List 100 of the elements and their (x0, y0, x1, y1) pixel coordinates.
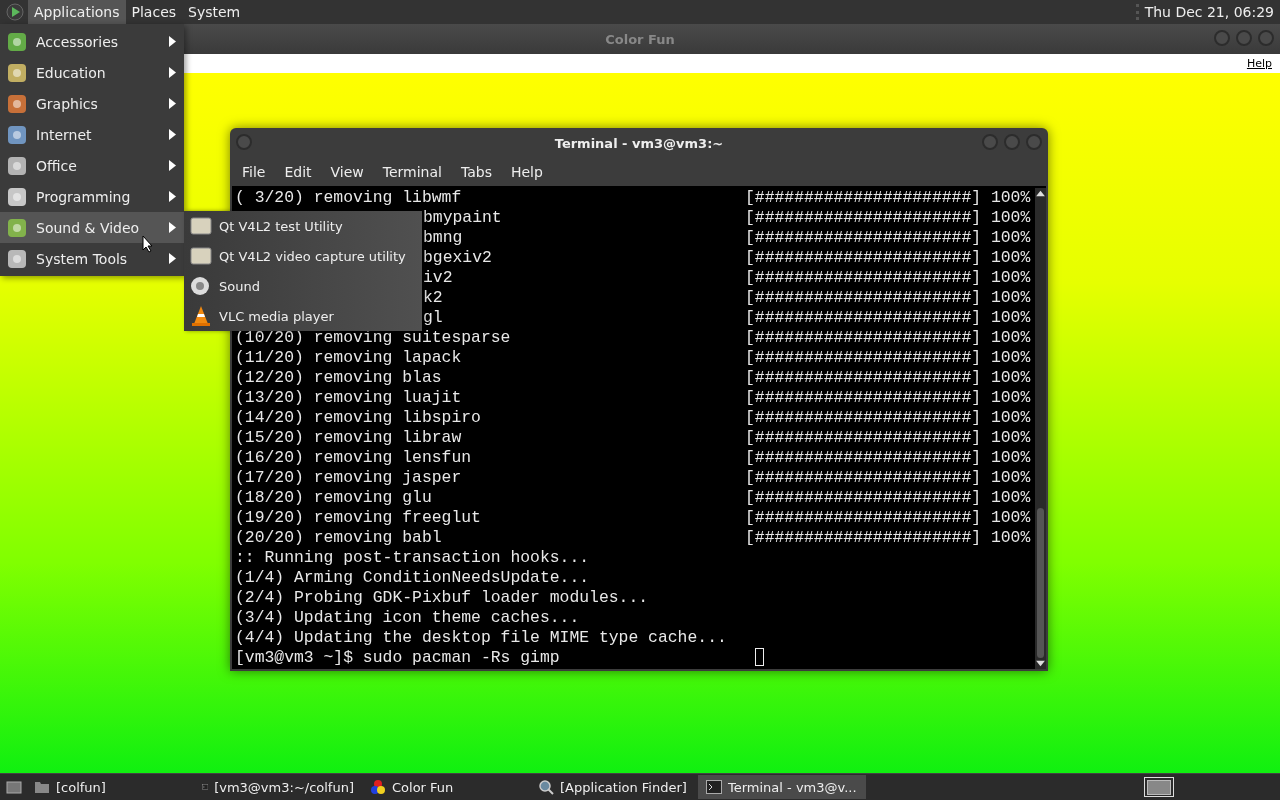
menu-item[interactable]: Qt V4L2 test Utility (184, 211, 422, 241)
output-line: bmng (423, 228, 464, 248)
menu-item[interactable]: Programming (0, 181, 184, 212)
output-line: (17/20) removing jasper (235, 468, 463, 488)
menu-item[interactable]: Edit (276, 164, 320, 180)
progress-text: [######################] 100% (745, 288, 1031, 308)
menu-item[interactable]: Internet (0, 119, 184, 150)
taskbar-button[interactable]: Color Fun (362, 775, 530, 799)
output-line: (16/20) removing lensfun (235, 448, 473, 468)
menu-item[interactable]: System Tools (0, 243, 184, 274)
output-line: (20/20) removing babl (235, 528, 443, 548)
menu-item[interactable]: Sound (184, 271, 422, 301)
scrollbar[interactable] (1035, 188, 1046, 669)
submenu-arrow-icon (169, 67, 176, 78)
category-icon (6, 61, 28, 84)
menu-item[interactable]: Terminal (374, 164, 450, 180)
menu-item[interactable]: Help (502, 164, 551, 180)
taskbar-button[interactable]: [vm3@vm3:~/colfun] (194, 775, 362, 799)
taskbar-button[interactable]: [Application Finder] (530, 775, 698, 799)
taskbar-button[interactable]: Terminal - vm3@v... (698, 775, 866, 799)
submenu-arrow-icon (169, 253, 176, 264)
window-button[interactable] (1026, 134, 1042, 150)
submenu-arrow-icon (169, 222, 176, 233)
panel-menu[interactable]: Applications (28, 0, 126, 24)
output-line: (11/20) removing lapack (235, 348, 463, 368)
progress-text: [######################] 100% (745, 508, 1031, 528)
output-line: (1/4) Arming ConditionNeedsUpdate... (235, 568, 590, 588)
menu-item[interactable]: View (322, 164, 372, 180)
output-line: (14/20) removing libspiro (235, 408, 482, 428)
output-line: k2 (423, 288, 444, 308)
output-line: iv2 (423, 268, 454, 288)
menu-item[interactable]: Graphics (0, 88, 184, 119)
menu-logo-icon (6, 3, 24, 21)
category-icon (6, 247, 28, 270)
show-desktop-icon[interactable] (6, 779, 22, 795)
menu-item[interactable]: File (234, 164, 274, 180)
window-title: Terminal - vm3@vm3:~ (554, 135, 724, 151)
menu-item[interactable]: Sound & Video (0, 212, 184, 243)
window-button[interactable] (1236, 30, 1252, 46)
submenu-arrow-icon (169, 98, 176, 109)
output-line: gl (423, 308, 444, 328)
category-icon (6, 185, 28, 208)
submenu-arrow-icon (169, 191, 176, 202)
color-circles-icon (370, 779, 386, 795)
window-button[interactable] (1004, 134, 1020, 150)
submenu-arrow-icon (169, 36, 176, 47)
magnifier-icon (538, 779, 554, 795)
menu-item[interactable]: Tabs (452, 164, 500, 180)
terminal-icon (706, 780, 722, 794)
panel-menu[interactable]: Places (125, 0, 183, 24)
category-icon (6, 154, 28, 177)
menu-item[interactable]: Education (0, 57, 184, 88)
window-title: Color Fun (605, 31, 675, 47)
category-icon (6, 123, 28, 146)
window-button[interactable] (1214, 30, 1230, 46)
clock: Thu Dec 21, 06:29 (1135, 4, 1280, 20)
progress-text: [######################] 100% (745, 228, 1031, 248)
progress-text: [######################] 100% (745, 468, 1031, 488)
progress-text: [######################] 100% (745, 528, 1031, 548)
progress-text: [######################] 100% (745, 348, 1031, 368)
output-line: ( 3/20) removing libwmf (235, 188, 463, 208)
command-prompt: [vm3@vm3 ~]$ sudo pacman -Rs gimp (235, 648, 561, 668)
progress-text: [######################] 100% (745, 328, 1031, 348)
output-line: bgexiv2 (423, 248, 493, 268)
progress-text: [######################] 100% (745, 268, 1031, 288)
submenu-arrow-icon (169, 129, 176, 140)
progress-text: [######################] 100% (745, 308, 1031, 328)
window-menu-button[interactable] (236, 134, 252, 150)
menu-item[interactable]: Office (0, 150, 184, 181)
progress-text: [######################] 100% (745, 448, 1031, 468)
progress-text: [######################] 100% (745, 388, 1031, 408)
category-icon (6, 92, 28, 115)
menu-item[interactable]: Help (1238, 57, 1280, 70)
progress-text: [######################] 100% (745, 488, 1031, 508)
menu-item[interactable]: VLC media player (184, 301, 422, 331)
output-line: (19/20) removing freeglut (235, 508, 482, 528)
text-cursor (755, 648, 764, 666)
panel-menu[interactable]: System (182, 0, 247, 24)
progress-text: [######################] 100% (745, 188, 1031, 208)
menu-item[interactable]: Qt V4L2 video capture utility (184, 241, 422, 271)
category-icon (6, 216, 28, 239)
traffic-cone-icon (190, 305, 212, 327)
progress-text: [######################] 100% (745, 248, 1031, 268)
submenu-arrow-icon (169, 160, 176, 171)
progress-text: [######################] 100% (745, 208, 1031, 228)
scrollbar-thumb[interactable] (1037, 508, 1044, 658)
output-line: bmypaint (423, 208, 503, 228)
window-button[interactable] (982, 134, 998, 150)
speaker-icon (190, 276, 212, 296)
window-icon (190, 246, 212, 266)
window-icon (190, 216, 212, 236)
menu-item[interactable]: Accessories (0, 26, 184, 57)
output-line: (3/4) Updating icon theme caches... (235, 608, 580, 628)
output-line: (15/20) removing libraw (235, 428, 463, 448)
taskbar-button[interactable]: [colfun] (26, 775, 194, 799)
output-line: :: Running post-transaction hooks... (235, 548, 590, 568)
folder-icon (34, 780, 50, 794)
output-line: (10/20) removing suitesparse (235, 328, 512, 348)
workspace-switcher[interactable] (1144, 777, 1174, 797)
window-button[interactable] (1258, 30, 1274, 46)
